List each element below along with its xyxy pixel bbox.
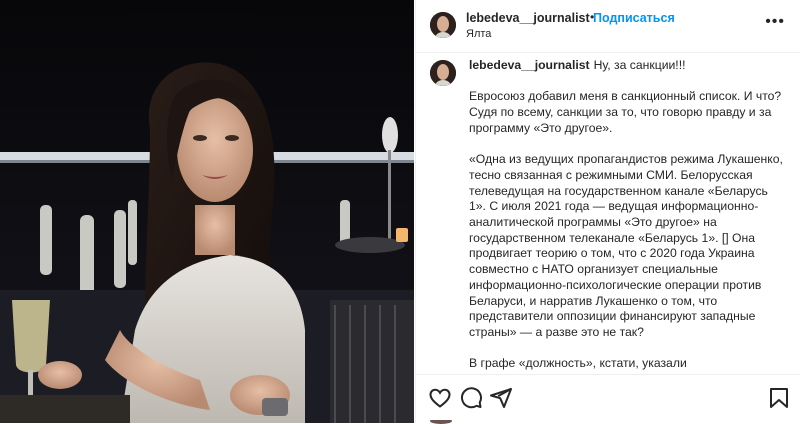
- post-username[interactable]: lebedeva__journalist: [466, 11, 590, 25]
- bookmark-icon[interactable]: [767, 386, 791, 410]
- post-photo[interactable]: [0, 0, 414, 423]
- post-caption: lebedeva__journalist Ну, за санкции!!! Ев…: [469, 58, 785, 374]
- avatar-image: [430, 60, 456, 86]
- caption-text: Ну, за санкции!!!: [593, 58, 686, 72]
- liked-by-avatar-peek: [416, 420, 800, 424]
- action-bar: [416, 374, 800, 424]
- caption-avatar[interactable]: [430, 60, 456, 86]
- caption-paragraph: В графе «должность», кстати, указали «пр…: [469, 356, 721, 374]
- caption-paragraph: Евросоюз добавил меня в санкционный спис…: [469, 89, 782, 135]
- photo-scene: [0, 0, 414, 423]
- caption-paragraph: «Одна из ведущих пропагандистов режима Л…: [469, 152, 783, 339]
- comment-bubble-icon[interactable]: [459, 386, 483, 410]
- post-header: lebedeva__journalist • Подписаться Ялта …: [416, 0, 800, 53]
- post-location[interactable]: Ялта: [466, 28, 491, 40]
- caption-first-paragraph: lebedeva__journalist Ну, за санкции!!!: [469, 58, 785, 74]
- follow-button[interactable]: Подписаться: [593, 11, 675, 25]
- paper-plane-icon[interactable]: [489, 386, 513, 410]
- caption-area: lebedeva__journalist Ну, за санкции!!! Ев…: [416, 52, 800, 374]
- post-side-panel: lebedeva__journalist • Подписаться Ялта …: [415, 0, 800, 424]
- more-options-icon[interactable]: •••: [765, 13, 785, 31]
- heart-outline-icon[interactable]: [428, 386, 452, 410]
- avatar[interactable]: [430, 12, 456, 38]
- avatar-image: [430, 12, 456, 38]
- caption-username[interactable]: lebedeva__journalist: [469, 58, 590, 72]
